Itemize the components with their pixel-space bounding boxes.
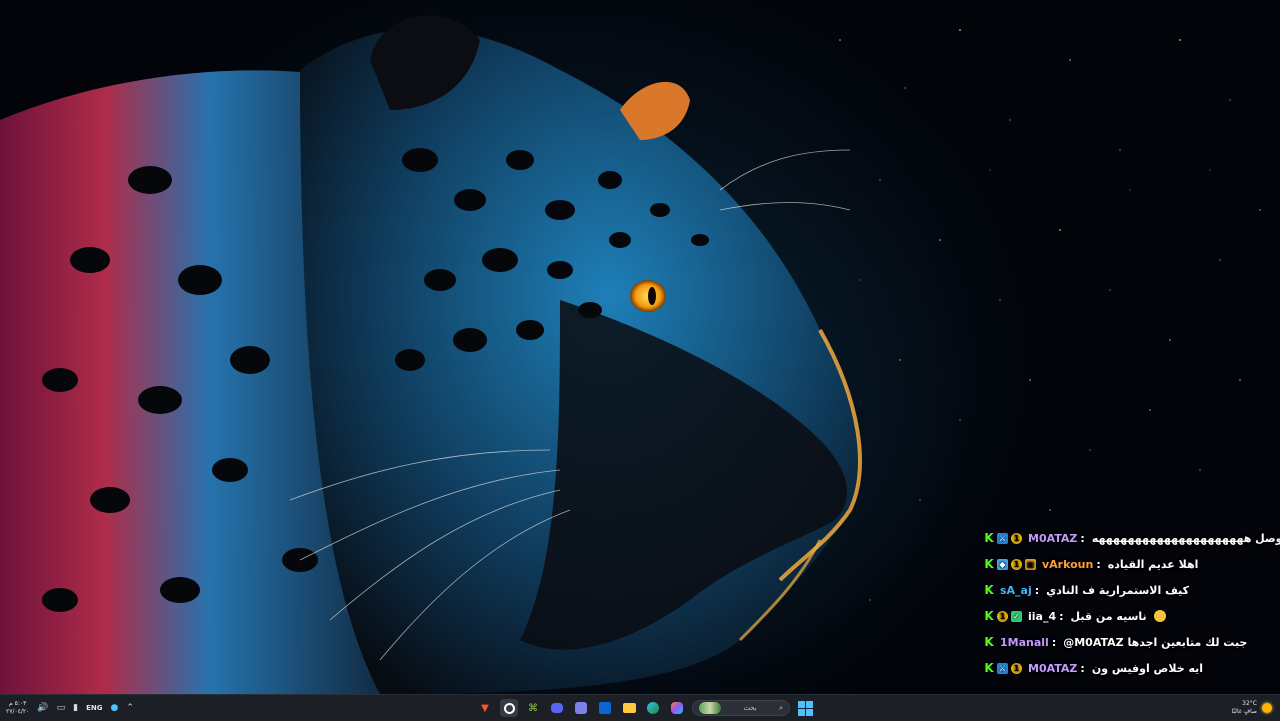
weather-text: 32°C صافٍ غالبًا	[1232, 700, 1257, 716]
subscriber-badge-icon: 1	[1011, 558, 1022, 570]
stream-chat-overlay: K ⚔ 1 M0ATAZ : ما توصل ههههههههههههههههه…	[984, 528, 1280, 678]
kick-badge-icon: K	[984, 531, 994, 545]
kick-badge-icon: K	[984, 557, 994, 571]
file-explorer-icon[interactable]	[620, 699, 638, 717]
brave-browser-icon[interactable]: ▼	[476, 699, 494, 717]
verified-badge-icon: ✓	[1011, 610, 1022, 622]
chat-text: @M0ATAZ جبت لك متابعين اجدها	[1063, 635, 1248, 649]
system-tray: ٥:٠٣ م ٢٧/٠٤/٢٠ 🔊 ▭ ▮ ENG ● ⌃	[6, 695, 134, 721]
taskbar: ٥:٠٣ م ٢٧/٠٤/٢٠ 🔊 ▭ ▮ ENG ● ⌃ ▼ ⌘ بحث ⌕ …	[0, 694, 1280, 721]
chat-username: M0ATAZ	[1028, 661, 1078, 675]
subscriber-badge-icon: 1	[997, 610, 1008, 622]
search-icon: ⌕	[779, 703, 783, 712]
chat-text: كيف الاستمرارية ف النادي	[1046, 583, 1190, 597]
edge-icon[interactable]	[644, 699, 662, 717]
chat-username: vArkoun	[1042, 557, 1094, 571]
chat-text: اهلا عديم القياده	[1107, 557, 1199, 571]
gift-badge-icon: ▣	[1025, 558, 1036, 570]
obs-icon[interactable]	[500, 699, 518, 717]
subscriber-badge-icon: 1	[1011, 662, 1022, 674]
kick-badge-icon: K	[984, 635, 994, 649]
volume-icon[interactable]: 🔊	[37, 703, 48, 713]
search-highlight-image	[699, 702, 721, 714]
start-button[interactable]	[796, 699, 814, 717]
chat-separator: :	[1080, 661, 1085, 675]
windows-logo-icon	[797, 700, 813, 716]
discord-icon[interactable]	[548, 699, 566, 717]
chat-separator: :	[1096, 557, 1101, 571]
chat-message: K ⚔ 1 M0ATAZ : ايه خلاص اوفيس ون	[984, 658, 1244, 678]
sun-icon	[1262, 703, 1272, 713]
teams-icon[interactable]	[572, 699, 590, 717]
laughing-emoji-icon	[1153, 610, 1166, 622]
copilot-icon[interactable]	[668, 699, 686, 717]
clock-date: ٢٧/٠٤/٢٠	[6, 708, 30, 715]
outlook-icon[interactable]	[596, 699, 614, 717]
microphone-icon[interactable]: ●	[110, 703, 118, 713]
chat-separator: :	[1034, 583, 1040, 597]
chat-separator: :	[1051, 635, 1057, 649]
chat-message: K 1Manall : @M0ATAZ جبت لك متابعين اجدها	[984, 632, 1248, 652]
chat-message: K ◆ 1 ▣ vArkoun : اهلا عديم القياده	[984, 554, 1244, 574]
chat-message: K 1 ✓ iia_4 : ناسيه من قبل	[984, 606, 1244, 626]
chat-text: ناسيه من قبل	[1070, 609, 1147, 623]
search-box[interactable]: بحث ⌕	[692, 700, 790, 716]
cube-badge-icon: ◆	[997, 558, 1008, 570]
weather-desc: صافٍ غالبًا	[1231, 708, 1257, 715]
taskbar-apps: ▼ ⌘ بحث ⌕	[476, 695, 814, 721]
search-placeholder: بحث	[743, 704, 757, 712]
chat-username: M0ATAZ	[1028, 531, 1078, 545]
chat-username: 1Manall	[1000, 635, 1049, 649]
chat-username: sA_aj	[1000, 583, 1032, 597]
chat-message: K sA_aj : كيف الاستمرارية ف النادي	[984, 580, 1244, 600]
clock-time: ٥:٠٣ م	[9, 700, 27, 707]
subscriber-badge-icon: 1	[1011, 532, 1022, 544]
battery-icon[interactable]: ▮	[73, 703, 78, 713]
weather-widget[interactable]: 32°C صافٍ غالبًا	[1232, 695, 1272, 721]
kick-badge-icon: K	[984, 583, 994, 597]
moderator-badge-icon: ⚔	[997, 662, 1008, 674]
chat-text: ما توصل هههههههههههههههههههههه	[1091, 531, 1280, 545]
kick-badge-icon: K	[984, 661, 994, 675]
chat-message: K ⚔ 1 M0ATAZ : ما توصل ههههههههههههههههه…	[984, 528, 1280, 548]
chevron-up-icon[interactable]: ⌃	[126, 703, 134, 713]
clock[interactable]: ٥:٠٣ م ٢٧/٠٤/٢٠	[6, 700, 29, 716]
weather-temp: 32°C	[1242, 700, 1257, 707]
chat-separator: :	[1080, 531, 1085, 545]
terminal-icon[interactable]: ⌘	[524, 699, 542, 717]
chat-text: ايه خلاص اوفيس ون	[1091, 661, 1204, 675]
language-indicator[interactable]: ENG	[86, 704, 102, 712]
moderator-badge-icon: ⚔	[997, 532, 1008, 544]
network-icon[interactable]: ▭	[57, 703, 66, 713]
chat-separator: :	[1059, 609, 1064, 623]
chat-username: iia_4	[1028, 609, 1057, 623]
kick-badge-icon: K	[984, 609, 994, 623]
